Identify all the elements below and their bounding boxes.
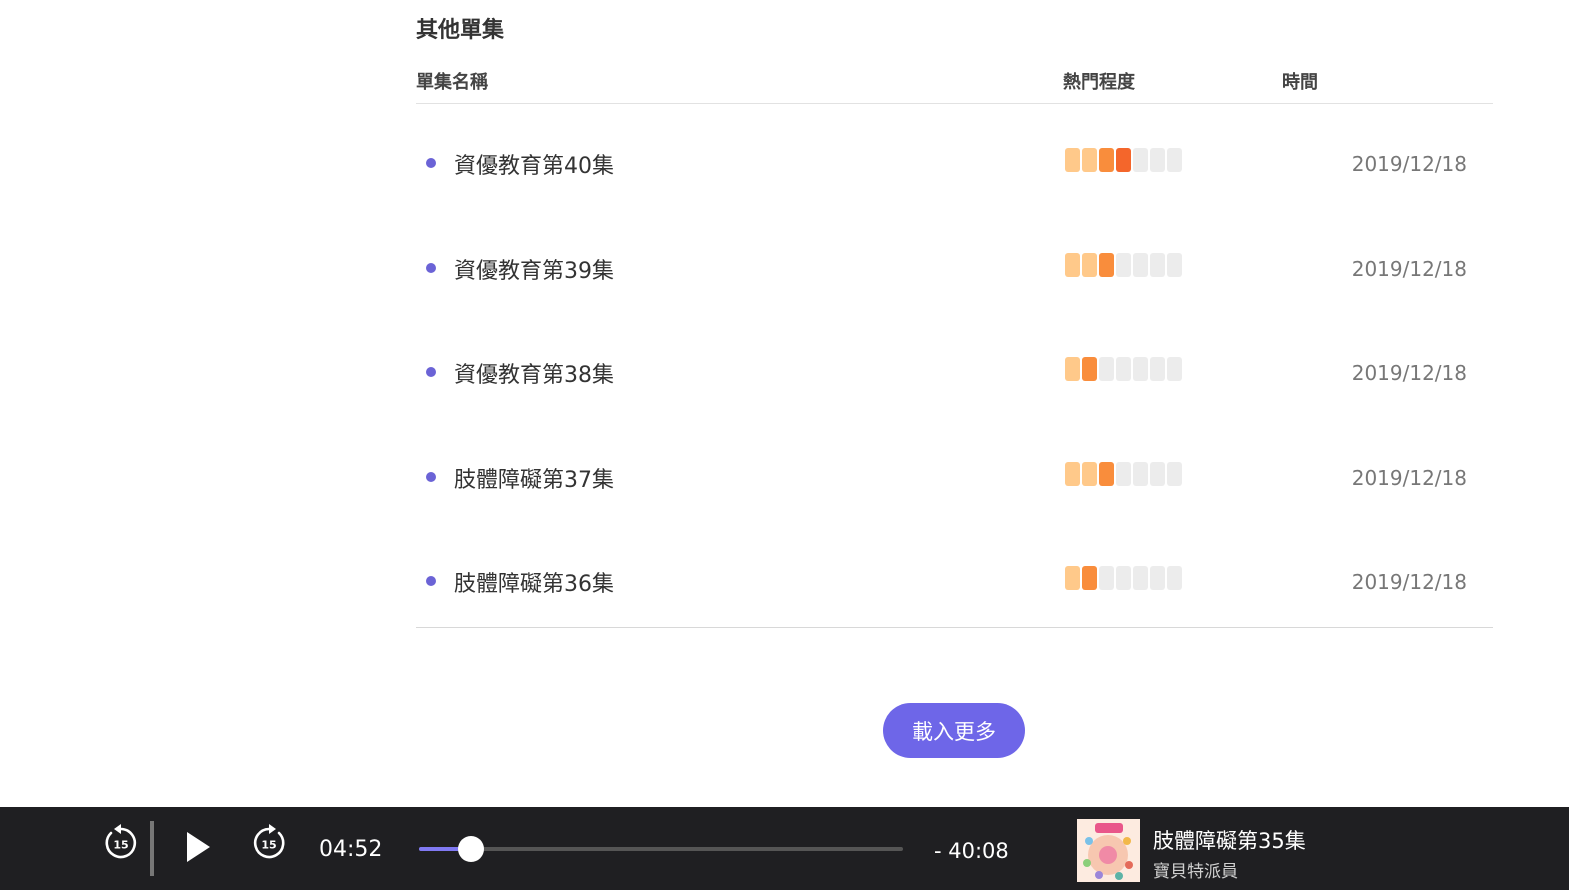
- popularity-bar: [1116, 566, 1131, 590]
- popularity-bar: [1065, 252, 1080, 277]
- episode-title[interactable]: 資優教育第40集: [454, 148, 614, 180]
- column-header-name: 單集名稱: [416, 72, 488, 93]
- popularity-meter: [1065, 461, 1182, 486]
- episode-title[interactable]: 資優教育第39集: [454, 253, 614, 285]
- load-more-button[interactable]: 載入更多: [883, 703, 1025, 758]
- episode-row[interactable]: 資優教育第38集 2019/12/18: [416, 313, 1493, 418]
- popularity-bar: [1065, 357, 1080, 381]
- episode-row[interactable]: 肢體障礙第37集 2019/12/18: [416, 418, 1493, 523]
- popularity-meter: [1065, 148, 1182, 172]
- skip-forward-seconds: 15: [261, 839, 276, 852]
- popularity-bar: [1150, 148, 1165, 172]
- popularity-bar: [1167, 148, 1182, 172]
- player-divider: [150, 821, 154, 876]
- popularity-bar: [1065, 566, 1080, 590]
- audio-player-bar: 15 15 04:52 - 40:08 肢體障礙第35集 寶貝特派員: [0, 807, 1569, 890]
- skip-forward-15-icon[interactable]: 15: [251, 823, 287, 863]
- episode-date: 2019/12/18: [1351, 361, 1467, 385]
- bullet-icon: [426, 576, 436, 586]
- popularity-bar: [1099, 357, 1114, 381]
- popularity-bar: [1065, 148, 1080, 172]
- section-title: 其他單集: [416, 18, 505, 43]
- popularity-bar: [1150, 566, 1165, 590]
- episode-date: 2019/12/18: [1351, 256, 1467, 281]
- episode-date: 2019/12/18: [1351, 570, 1467, 594]
- episode-title[interactable]: 資優教育第38集: [454, 357, 614, 389]
- bullet-icon: [426, 367, 436, 377]
- popularity-bar: [1082, 252, 1097, 277]
- popularity-bar: [1099, 252, 1114, 277]
- now-playing-channel[interactable]: 寶貝特派員: [1153, 857, 1238, 882]
- bullet-icon: [426, 262, 436, 273]
- play-icon[interactable]: [182, 829, 214, 865]
- episode-date: 2019/12/18: [1351, 152, 1467, 176]
- popularity-bar: [1116, 252, 1131, 277]
- popularity-bar: [1099, 461, 1114, 486]
- popularity-bar: [1082, 566, 1097, 590]
- now-playing-title[interactable]: 肢體障礙第35集: [1153, 825, 1306, 855]
- popularity-bar: [1099, 148, 1114, 172]
- episode-list: 資優教育第40集 2019/12/18 資優教育第39集 2019/12/18 …: [416, 104, 1493, 627]
- popularity-meter: [1065, 357, 1182, 381]
- column-header-popularity: 熱門程度: [1063, 72, 1135, 93]
- popularity-bar: [1133, 252, 1148, 277]
- popularity-bar: [1167, 357, 1182, 381]
- skip-back-seconds: 15: [113, 839, 128, 852]
- popularity-meter: [1065, 252, 1182, 277]
- popularity-bar: [1150, 357, 1165, 381]
- popularity-bar: [1082, 461, 1097, 486]
- popularity-bar: [1116, 461, 1131, 486]
- episode-row[interactable]: 資優教育第39集 2019/12/18: [416, 209, 1493, 314]
- popularity-bar: [1150, 252, 1165, 277]
- popularity-bar: [1116, 357, 1131, 381]
- popularity-bar: [1133, 357, 1148, 381]
- popularity-bar: [1065, 461, 1080, 486]
- popularity-bar: [1167, 461, 1182, 486]
- episode-row[interactable]: 肢體障礙第36集 2019/12/18: [416, 522, 1493, 627]
- column-header-time: 時間: [1282, 72, 1318, 93]
- popularity-bar: [1133, 148, 1148, 172]
- popularity-bar: [1133, 566, 1148, 590]
- current-time: 04:52: [319, 837, 383, 862]
- popularity-bar: [1167, 252, 1182, 277]
- popularity-bar: [1099, 566, 1114, 590]
- episode-date: 2019/12/18: [1351, 465, 1467, 490]
- popularity-bar: [1116, 148, 1131, 172]
- popularity-bar: [1167, 566, 1182, 590]
- episode-title[interactable]: 肢體障礙第37集: [454, 462, 614, 494]
- popularity-bar: [1150, 461, 1165, 486]
- popularity-bar: [1082, 148, 1097, 172]
- list-divider: [416, 627, 1493, 628]
- skip-back-15-icon[interactable]: 15: [103, 823, 139, 863]
- bullet-icon: [426, 158, 436, 168]
- popularity-meter: [1065, 566, 1182, 590]
- progress-slider[interactable]: [419, 836, 903, 862]
- episode-row[interactable]: 資優教育第40集 2019/12/18: [416, 104, 1493, 209]
- popularity-bar: [1082, 357, 1097, 381]
- bullet-icon: [426, 471, 436, 482]
- progress-handle[interactable]: [458, 836, 485, 862]
- episode-table-header: 單集名稱 熱門程度 時間: [416, 66, 1493, 104]
- popularity-bar: [1133, 461, 1148, 486]
- episode-title[interactable]: 肢體障礙第36集: [454, 566, 614, 598]
- remaining-time: - 40:08: [934, 839, 1009, 863]
- page: 其他單集 單集名稱 熱門程度 時間 資優教育第40集 2019/12/18 資優…: [0, 0, 1569, 890]
- podcast-cover-art[interactable]: [1077, 819, 1140, 882]
